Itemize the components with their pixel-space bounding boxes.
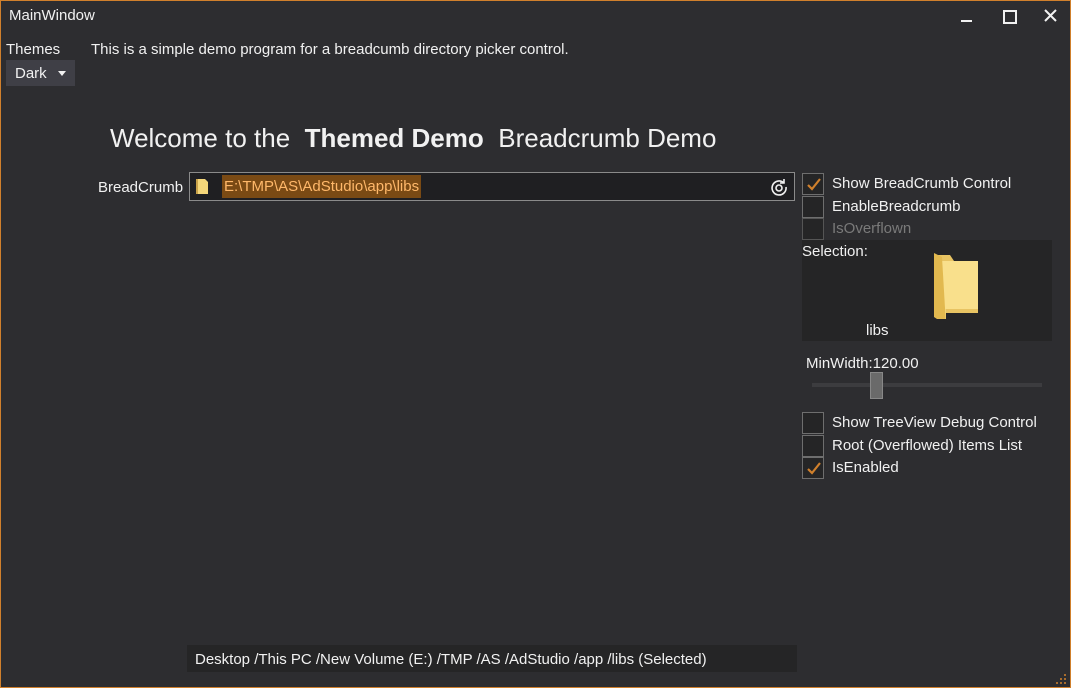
checkbox-box[interactable] [802,173,824,195]
main-window: MainWindow Themes Dark This is a simple … [0,0,1071,688]
selection-name: libs [866,322,889,339]
close-icon [1044,9,1057,22]
selection-label: Selection: [802,243,868,260]
min-width-label: MinWidth:120.00 [806,355,919,372]
status-path-text: Desktop /This PC /New Volume (E:) /TMP /… [195,651,707,668]
selection-panel: Selection: libs [802,240,1052,341]
checkbox-box[interactable] [802,457,824,479]
checkbox-box[interactable] [802,196,824,218]
min-width-slider-thumb[interactable] [870,372,883,399]
is-enabled-label: IsEnabled [832,459,899,476]
breadcrumb-label: BreadCrumb [98,179,184,196]
folder-icon [934,253,978,319]
show-treeview-label: Show TreeView Debug Control [832,414,1037,431]
checkbox-box[interactable] [802,412,824,434]
min-width-slider-track[interactable] [812,383,1042,387]
checkmark-icon [807,462,821,475]
resize-grip-icon[interactable] [1053,671,1067,685]
themes-dropdown[interactable]: Dark [6,60,75,86]
refresh-icon[interactable] [770,178,788,196]
themes-label: Themes [6,41,61,58]
window-title: MainWindow [9,7,95,24]
show-breadcrumb-label: Show BreadCrumb Control [832,175,1012,192]
folder-icon [196,179,208,194]
maximize-button[interactable] [989,1,1029,31]
title-bar[interactable]: MainWindow [1,1,1070,31]
welcome-suffix: Breadcrumb Demo [498,123,717,153]
themes-selected-value: Dark [15,65,47,82]
root-items-label: Root (Overflowed) Items List [832,437,1023,454]
welcome-theme-name: Themed Demo [304,123,484,153]
breadcrumb-control[interactable]: E:\TMP\AS\AdStudio\app\libs [189,172,795,201]
welcome-heading: Welcome to the Themed Demo Breadcrumb De… [110,123,716,154]
checkmark-icon [807,178,821,191]
intro-text: This is a simple demo program for a brea… [91,41,569,58]
welcome-prefix: Welcome to the [110,123,291,153]
checkbox-box[interactable] [802,435,824,457]
breadcrumb-path-input[interactable]: E:\TMP\AS\AdStudio\app\libs [222,175,422,198]
checkbox-box [802,218,824,240]
chevron-down-icon [58,71,66,76]
status-bar: Desktop /This PC /New Volume (E:) /TMP /… [187,645,797,672]
minimize-button[interactable] [946,1,986,31]
enable-breadcrumb-label: EnableBreadcrumb [832,198,961,215]
close-button[interactable] [1030,1,1070,31]
is-overflown-label: IsOverflown [832,220,912,237]
